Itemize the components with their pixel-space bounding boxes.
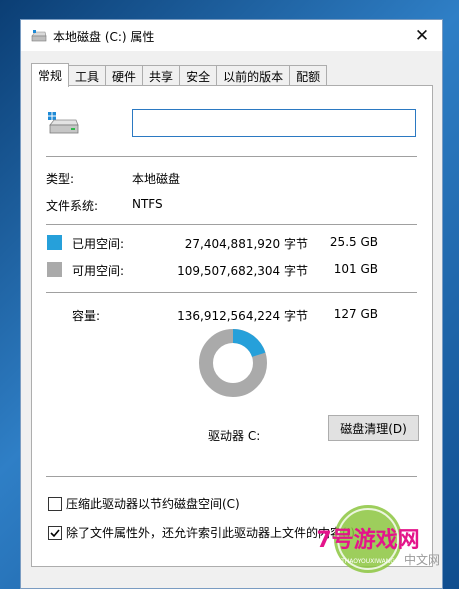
tab-quota[interactable]: 配额: [289, 65, 328, 86]
watermark-side-text: 中文网: [404, 553, 441, 567]
separator: [46, 476, 417, 477]
usage-donut-chart: [199, 329, 267, 397]
separator: [46, 292, 417, 293]
tab-previous-versions[interactable]: 以前的版本: [216, 65, 291, 86]
free-space-label: 可用空间:: [72, 264, 125, 278]
tab-sharing[interactable]: 共享: [142, 65, 181, 86]
capacity-label: 容量:: [72, 309, 101, 323]
close-icon: ✕: [414, 25, 430, 46]
drive-caption: 驱动器 C:: [208, 429, 261, 443]
tab-hardware[interactable]: 硬件: [105, 65, 144, 86]
watermark-sub-text: THAOYOUXIWANG: [340, 558, 395, 565]
used-space-bytes: 27,404,881,920 字节: [184, 237, 308, 251]
used-space-label: 已用空间:: [72, 237, 125, 251]
tab-strip: 常规 工具 硬件 共享 安全 以前的版本 配额: [31, 63, 328, 87]
free-space-bytes: 109,507,682,304 字节: [177, 264, 308, 278]
capacity-bytes: 136,912,564,224 字节: [177, 309, 308, 323]
used-space-size: 25.5 GB: [329, 235, 378, 249]
tab-general[interactable]: 常规: [31, 63, 70, 87]
drive-icon: [31, 30, 47, 42]
volume-label-input[interactable]: [132, 109, 416, 137]
watermark-logo-text: 7号游戏网: [316, 527, 419, 553]
separator: [46, 224, 417, 225]
checkmark-icon: [50, 529, 60, 538]
type-value: 本地磁盘: [132, 172, 181, 186]
free-space-swatch: [47, 262, 62, 277]
file-system-label: 文件系统:: [46, 199, 99, 213]
close-button[interactable]: ✕: [402, 20, 442, 51]
title-bar: 本地磁盘 (C:) 属性 ✕: [21, 20, 442, 51]
tab-tools[interactable]: 工具: [68, 65, 107, 86]
separator: [46, 156, 417, 157]
used-space-swatch: [47, 235, 62, 250]
compress-checkbox[interactable]: [48, 497, 62, 511]
capacity-size: 127 GB: [333, 307, 378, 321]
disk-cleanup-button[interactable]: 磁盘清理(D): [328, 415, 419, 441]
general-tab-panel: 类型: 本地磁盘 文件系统: NTFS 已用空间: 27,404,881,920…: [31, 85, 433, 567]
type-label: 类型:: [46, 172, 75, 186]
window-title: 本地磁盘 (C:) 属性: [53, 30, 155, 44]
site-watermark-logo: 7号游戏网 THAOYOUXIWANG: [316, 505, 420, 573]
hard-drive-icon: [48, 112, 79, 134]
index-checkbox[interactable]: [48, 526, 62, 540]
compress-checkbox-label[interactable]: 压缩此驱动器以节约磁盘空间(C): [66, 495, 240, 512]
free-space-size: 101 GB: [333, 262, 378, 276]
tab-security[interactable]: 安全: [179, 65, 218, 86]
file-system-value: NTFS: [132, 197, 163, 211]
